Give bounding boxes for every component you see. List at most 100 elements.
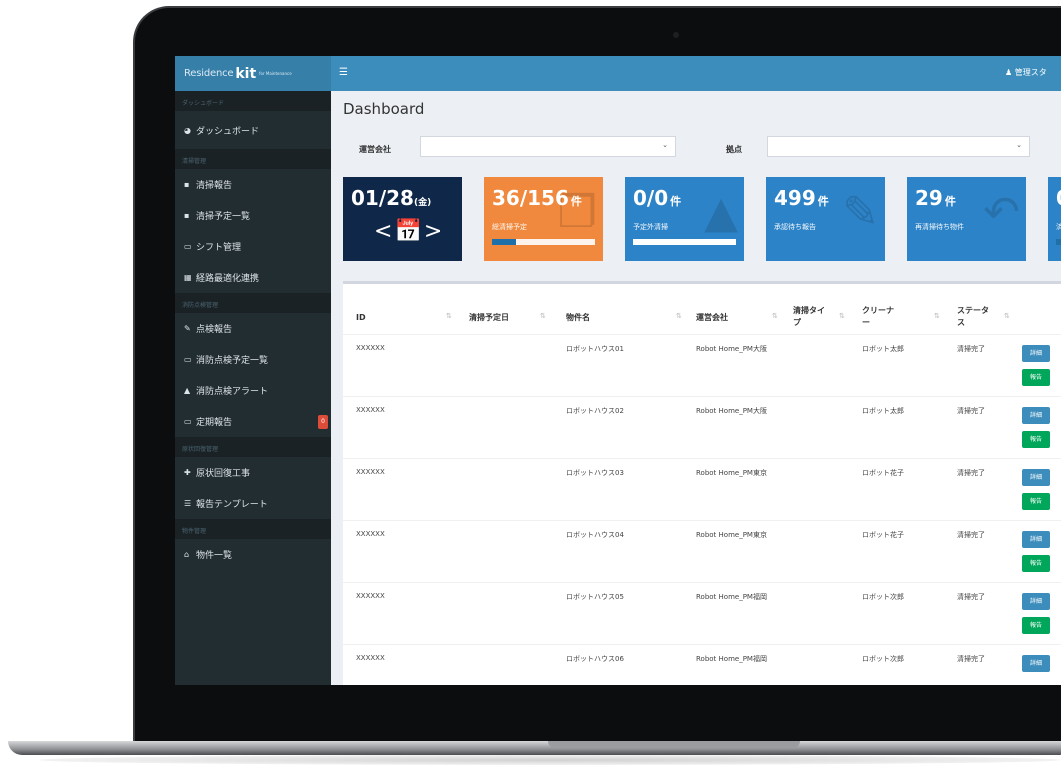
prev-day-button[interactable]: < xyxy=(374,219,394,244)
edit-icon: ✎ xyxy=(842,187,879,238)
detail-button[interactable]: 詳細 xyxy=(1022,345,1050,362)
sidebar-item[interactable]: ▲ 消防点検アラート xyxy=(175,375,331,406)
main-content: Dashboard 運営会社 ⌄ 拠点 ⌄ 01/28(金) <📅> ❐ 36/1… xyxy=(331,91,1061,685)
detail-button[interactable]: 詳細 xyxy=(1022,593,1050,610)
report-button[interactable]: 報告 xyxy=(1022,431,1050,448)
stat-card[interactable]: 0済 xyxy=(1048,177,1061,261)
table-cell-cleaner: ロボット太郎 xyxy=(862,345,904,353)
stat-card-value: 29 件 xyxy=(915,186,956,210)
next-day-button[interactable]: > xyxy=(424,219,444,244)
file-icon: ▪ xyxy=(184,211,190,220)
user-menu[interactable]: ♟ 管理スタ xyxy=(1005,67,1047,78)
company-filter-select[interactable]: ⌄ xyxy=(420,136,676,157)
date-display: 01/28(金) xyxy=(351,186,431,210)
stat-card-number: 0 xyxy=(1056,186,1061,210)
table-header[interactable]: 物件名 xyxy=(566,300,590,334)
stat-card[interactable]: ✎ 499 件承認待ち報告 xyxy=(766,177,885,261)
report-button[interactable]: 報告 xyxy=(1022,617,1050,634)
table-header[interactable]: ステータス xyxy=(957,300,993,334)
brand-subtitle: for Maintenance xyxy=(259,71,292,76)
stat-card-number: 0/0 xyxy=(633,186,669,210)
sidebar-section-header: 物件管理 xyxy=(175,519,331,539)
table-cell-property: ロボットハウス04 xyxy=(566,531,624,539)
report-button[interactable]: 報告 xyxy=(1022,493,1050,510)
table-row: XXXXXX ロボットハウス05 Robot Home_PM福岡 ロボット次郎 清掃完了… xyxy=(343,582,1061,644)
sidebar-item[interactable]: ▭ 定期報告 0 xyxy=(175,406,331,437)
sort-icon[interactable]: ⇅ xyxy=(540,312,546,320)
laptop-base-notch xyxy=(548,741,800,748)
sidebar-item-label: 原状回復工事 xyxy=(196,469,251,479)
sidebar-section-header: 清掃管理 xyxy=(175,149,331,169)
brand-logo[interactable]: Residence kit for Maintenance xyxy=(175,56,331,91)
base-filter-select[interactable]: ⌄ xyxy=(767,136,1030,157)
sidebar-item[interactable]: ◕ ダッシュボード xyxy=(175,111,331,149)
progress-bar xyxy=(492,239,595,245)
sort-icon[interactable]: ⇅ xyxy=(772,312,778,320)
pen-icon: ✎ xyxy=(184,324,191,333)
table-header[interactable]: ID xyxy=(356,300,366,334)
stat-card[interactable]: ▲ 0/0 件予定外清掃 xyxy=(625,177,744,261)
stat-card-value: 36/156 件 xyxy=(492,186,582,210)
sidebar-item[interactable]: ✚ 原状回復工事 xyxy=(175,457,331,488)
sidebar-item-label: 点検報告 xyxy=(196,325,233,335)
sort-icon[interactable]: ⇅ xyxy=(934,312,940,320)
menu-toggle-icon[interactable]: ☰ xyxy=(339,67,348,78)
sidebar-item[interactable]: ▭ 消防点検予定一覧 xyxy=(175,344,331,375)
stat-card-label: 承認待ち報告 xyxy=(774,223,816,231)
table-cell-company: Robot Home_PM大阪 xyxy=(696,407,767,415)
sidebar-item[interactable]: ▪ 清掃予定一覧 xyxy=(175,200,331,231)
progress-bar-fill xyxy=(492,239,516,245)
table-header[interactable]: 清掃タイプ xyxy=(793,300,829,334)
laptop-shadow xyxy=(40,755,1060,765)
stat-card-number: 499 xyxy=(774,186,816,210)
table-header[interactable]: 清掃予定日 xyxy=(469,300,509,334)
report-button[interactable]: 報告 xyxy=(1022,555,1050,572)
table-cell-id: XXXXXX xyxy=(356,654,385,662)
report-button[interactable]: 報告 xyxy=(1022,369,1050,386)
sort-icon[interactable]: ⇅ xyxy=(839,312,845,320)
detail-button[interactable]: 詳細 xyxy=(1022,531,1050,548)
detail-button[interactable]: 詳細 xyxy=(1022,655,1050,672)
sidebar-item[interactable]: ⌂ 物件一覧 xyxy=(175,539,331,570)
table-cell-id: XXXXXX xyxy=(356,406,385,414)
stat-card-label: 予定外清掃 xyxy=(633,223,668,231)
table-cell-status: 清掃完了 xyxy=(957,593,985,601)
detail-button[interactable]: 詳細 xyxy=(1022,407,1050,424)
sort-icon[interactable]: ⇅ xyxy=(676,312,682,320)
chevron-down-icon: ⌄ xyxy=(662,141,668,149)
detail-button[interactable]: 詳細 xyxy=(1022,469,1050,486)
stat-card-value: 0/0 件 xyxy=(633,186,681,210)
cleaning-table: ID ⇅ 清掃予定日 ⇅ 物件名 ⇅ 運営会社 ⇅ 清掃タイプ ⇅ クリーナー ⇅ ステータス ⇅ XXXX… xyxy=(343,281,1061,685)
stat-card-label: 済 xyxy=(1056,223,1061,231)
table-cell-company: Robot Home_PM福岡 xyxy=(696,655,767,663)
sidebar-item[interactable]: ▭ シフト管理 xyxy=(175,231,331,262)
sidebar-item[interactable]: ✎ 点検報告 xyxy=(175,313,331,344)
sidebar-item[interactable]: ☰ 報告テンプレート xyxy=(175,488,331,519)
stat-card-label: 再清掃待ち物件 xyxy=(915,223,964,231)
table-cell-property: ロボットハウス03 xyxy=(566,469,624,477)
stat-card[interactable]: ↶ 29 件再清掃待ち物件 xyxy=(907,177,1026,261)
stat-card-label: 総清掃予定 xyxy=(492,223,527,231)
stat-card-value: 499 件 xyxy=(774,186,829,210)
stat-card-unit: 件 xyxy=(944,195,956,208)
table-cell-company: Robot Home_PM福岡 xyxy=(696,593,767,601)
table-cell-company: Robot Home_PM東京 xyxy=(696,531,767,539)
stat-card[interactable]: ❐ 36/156 件総清掃予定 xyxy=(484,177,603,261)
calendar-icon[interactable]: 📅 xyxy=(394,219,423,244)
sort-icon[interactable]: ⇅ xyxy=(446,312,452,320)
table-cell-id: XXXXXX xyxy=(356,592,385,600)
table-cell-status: 清掃完了 xyxy=(957,407,985,415)
camera-icon xyxy=(673,32,679,38)
sidebar-item-label: 報告テンプレート xyxy=(196,500,268,510)
sidebar-item[interactable]: ▦ 経路最適化連携 xyxy=(175,262,331,293)
table-header[interactable]: クリーナー xyxy=(862,300,898,334)
chevron-down-icon: ⌄ xyxy=(1016,141,1022,149)
progress-bar xyxy=(1056,239,1061,245)
table-row: XXXXXX ロボットハウス01 Robot Home_PM大阪 ロボット太郎 清掃完了… xyxy=(343,334,1061,396)
sort-icon[interactable]: ⇅ xyxy=(1004,312,1010,320)
brand-kit: kit xyxy=(235,65,257,82)
table-cell-id: XXXXXX xyxy=(356,468,385,476)
table-header[interactable]: 運営会社 xyxy=(696,300,728,334)
sidebar-item[interactable]: ▪ 清掃報告 xyxy=(175,169,331,200)
table-cell-property: ロボットハウス05 xyxy=(566,593,624,601)
